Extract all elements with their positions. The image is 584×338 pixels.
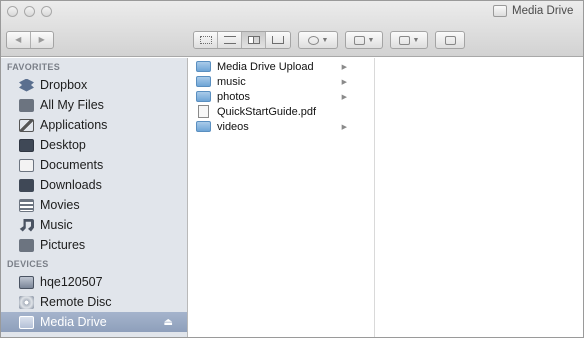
dropbox-icon (19, 78, 34, 92)
list-item[interactable]: Media Drive Upload ▶ (189, 59, 375, 74)
dropbox-menu-button[interactable]: ▼ (345, 31, 383, 49)
sidebar-item-label: Desktop (40, 138, 86, 152)
window-title-label: Media Drive (512, 5, 574, 17)
arrange-icon (398, 35, 410, 45)
finder-window: Media Drive ◀ ▶ ▼ ▼ ▼ FAVORITES Dropbox … (0, 0, 584, 338)
sidebar: FAVORITES Dropbox All My Files Applicati… (1, 58, 188, 337)
back-forward-control: ◀ ▶ (6, 31, 54, 49)
downloads-icon (19, 178, 34, 192)
list-icon (223, 36, 236, 44)
back-button[interactable]: ◀ (7, 32, 31, 48)
chevron-down-icon: ▼ (367, 36, 375, 44)
folder-icon (196, 121, 211, 132)
window-controls (7, 6, 52, 17)
arrange-menu-button[interactable]: ▼ (390, 31, 428, 49)
sidebar-item-all-my-files[interactable]: All My Files (1, 95, 187, 115)
file-name: photos (217, 90, 251, 103)
file-column: Media Drive Upload ▶ music ▶ photos ▶ Qu… (189, 58, 375, 337)
empty-column (376, 58, 583, 337)
sidebar-item-pictures[interactable]: Pictures (1, 235, 187, 255)
pdf-file-icon (198, 105, 209, 118)
sidebar-item-label: Remote Disc (40, 295, 112, 309)
sidebar-item-label: Documents (40, 158, 104, 172)
chevron-right-icon: ▶ (341, 123, 347, 131)
minimize-window-button[interactable] (24, 6, 35, 17)
toolbar: Media Drive ◀ ▶ ▼ ▼ ▼ (1, 1, 583, 57)
sidebar-item-movies[interactable]: Movies (1, 195, 187, 215)
sidebar-item-label: Movies (40, 198, 80, 212)
folder-icon (196, 91, 211, 102)
disc-icon (19, 295, 34, 309)
sidebar-item-downloads[interactable]: Downloads (1, 175, 187, 195)
icon-view-button[interactable] (194, 32, 218, 48)
dropbox-icon (353, 35, 365, 45)
chevron-right-icon: ▶ (341, 78, 347, 86)
list-item[interactable]: music ▶ (189, 74, 375, 89)
gear-icon (307, 35, 319, 45)
file-name: music (217, 75, 246, 88)
desktop-icon (19, 138, 34, 152)
sidebar-item-label: Pictures (40, 238, 86, 252)
sidebar-item-dropbox[interactable]: Dropbox (1, 75, 187, 95)
music-icon (19, 218, 34, 232)
list-item[interactable]: videos ▶ (189, 119, 375, 134)
chevron-down-icon: ▼ (321, 36, 329, 44)
chevron-right-icon: ▶ (341, 93, 347, 101)
eject-icon[interactable]: ⏏ (164, 317, 173, 328)
columns-icon (247, 36, 260, 44)
documents-icon (19, 158, 34, 172)
drive-icon (493, 5, 507, 17)
favorites-header: FAVORITES (7, 62, 61, 72)
list-view-button[interactable] (218, 32, 242, 48)
zoom-window-button[interactable] (41, 6, 52, 17)
folder-icon (196, 76, 211, 87)
sidebar-item-desktop[interactable]: Desktop (1, 135, 187, 155)
sidebar-item-documents[interactable]: Documents (1, 155, 187, 175)
drive-icon (19, 315, 34, 329)
grid-icon (199, 36, 212, 44)
file-name: videos (217, 120, 249, 133)
sidebar-item-label: Applications (40, 118, 108, 132)
sidebar-item-label: Music (40, 218, 73, 232)
sidebar-item-hqe120507[interactable]: hqe120507 (1, 272, 187, 292)
sidebar-item-media-drive[interactable]: Media Drive ⏏ (1, 312, 187, 332)
applications-icon (19, 118, 34, 132)
movies-icon (19, 198, 34, 212)
share-button[interactable] (435, 31, 465, 49)
coverflow-icon (272, 36, 284, 44)
folder-icon (196, 61, 211, 72)
sidebar-item-label: Media Drive (40, 315, 107, 329)
list-item[interactable]: photos ▶ (189, 89, 375, 104)
chevron-right-icon: ▶ (341, 63, 347, 71)
chevron-down-icon: ▼ (412, 36, 420, 44)
pictures-icon (19, 238, 34, 252)
coverflow-view-button[interactable] (266, 32, 290, 48)
file-name: Media Drive Upload (217, 60, 314, 73)
sidebar-item-remote-disc[interactable]: Remote Disc (1, 292, 187, 312)
sidebar-item-label: Downloads (40, 178, 102, 192)
list-item[interactable]: QuickStartGuide.pdf (189, 104, 375, 119)
share-icon (444, 35, 456, 45)
column-view-button[interactable] (242, 32, 266, 48)
file-name: QuickStartGuide.pdf (217, 105, 317, 118)
sidebar-item-label: Dropbox (40, 78, 88, 92)
sidebar-item-label: hqe120507 (40, 275, 103, 289)
close-window-button[interactable] (7, 6, 18, 17)
action-menu-button[interactable]: ▼ (298, 31, 338, 49)
sidebar-item-music[interactable]: Music (1, 215, 187, 235)
all-files-icon (19, 98, 34, 112)
forward-button[interactable]: ▶ (31, 32, 54, 48)
sidebar-item-applications[interactable]: Applications (1, 115, 187, 135)
view-mode-selector (193, 31, 291, 49)
devices-header: DEVICES (7, 259, 49, 269)
computer-icon (19, 275, 34, 289)
window-title: Media Drive (493, 5, 573, 17)
sidebar-item-label: All My Files (40, 98, 104, 112)
